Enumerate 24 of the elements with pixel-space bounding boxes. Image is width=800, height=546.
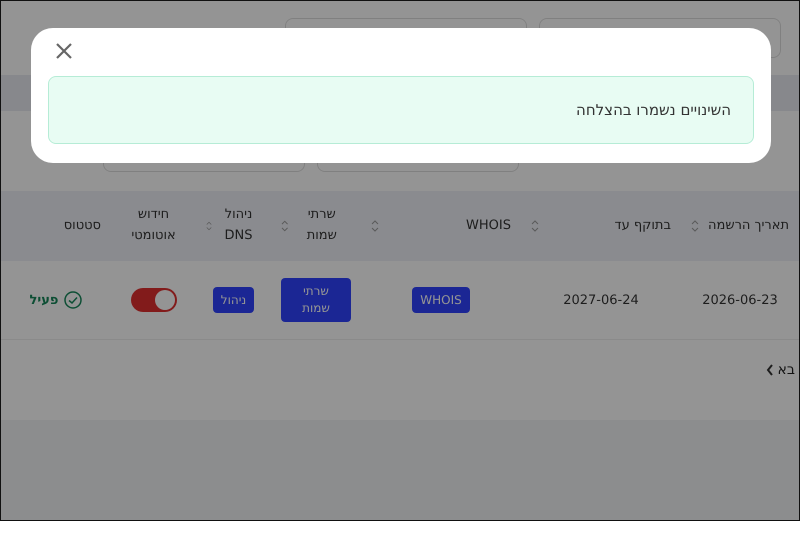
- whois-button[interactable]: WHOIS: [412, 286, 470, 314]
- column-header: שרתי שמות: [306, 206, 338, 245]
- chevron-icon: [766, 364, 774, 376]
- column-header: בתוקף עד: [614, 216, 671, 235]
- table-cell: 2027-06-24: [563, 292, 639, 308]
- nameservers-button[interactable]: שרתי שמות: [281, 278, 351, 322]
- next-page-link[interactable]: בא: [766, 362, 795, 378]
- table-cell: 2026-06-23: [702, 292, 778, 308]
- auto-renew-toggle[interactable]: [130, 288, 176, 312]
- dns-button[interactable]: ניהול: [212, 286, 254, 314]
- column-header: תאריך הרשמה: [708, 216, 789, 235]
- check-circle-icon: [64, 291, 82, 309]
- column-header: חידוש אוטומטי: [130, 206, 177, 245]
- alert-message: השינויים נשמרו בהצלחה: [576, 101, 731, 119]
- sort-icon[interactable]: [371, 220, 379, 232]
- close-icon[interactable]: [55, 42, 73, 60]
- status-text: פעיל: [30, 292, 58, 308]
- column-header: ניהול DNS: [224, 206, 254, 245]
- sort-icon[interactable]: [281, 220, 289, 232]
- sort-icon[interactable]: [206, 220, 212, 232]
- sort-icon[interactable]: [691, 220, 699, 232]
- column-header: סטטוס: [64, 216, 101, 235]
- sort-icon[interactable]: [531, 220, 539, 232]
- column-header: WHOIS: [466, 216, 511, 235]
